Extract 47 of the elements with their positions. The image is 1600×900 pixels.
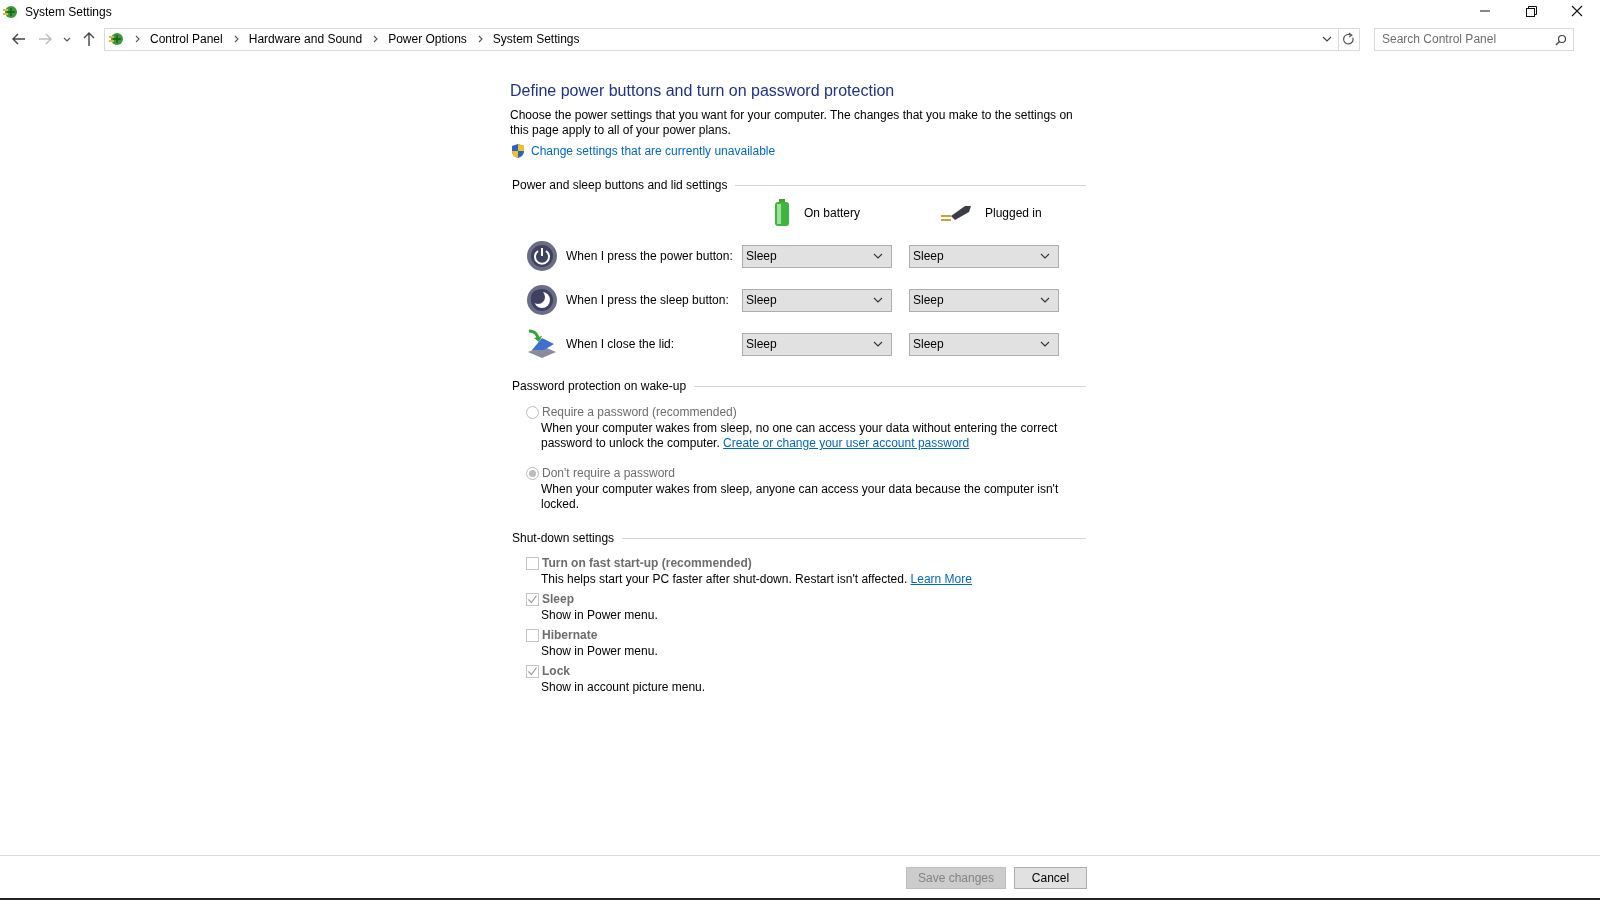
section-title: Power and sleep buttons and lid settings xyxy=(512,178,728,192)
control-panel-icon xyxy=(108,30,126,48)
section-title: Password protection on wake-up xyxy=(512,379,687,393)
cancel-button[interactable]: Cancel xyxy=(1014,867,1087,889)
dropdown[interactable]: Sleep xyxy=(909,244,1059,268)
sleep-button-icon xyxy=(526,284,558,316)
dropdown[interactable]: Sleep xyxy=(909,288,1059,312)
checkbox-description: Show in Power menu. xyxy=(541,644,659,659)
address-bar[interactable]: Control Panel Hardware and Sound Power Options System Settings xyxy=(104,27,1339,51)
breadcrumb[interactable]: Hardware and Sound xyxy=(248,32,363,46)
setting-label: When I press the power button: xyxy=(565,249,734,263)
page-heading: Define power buttons and turn on password protection xyxy=(510,82,896,100)
power-button-icon xyxy=(526,240,558,272)
laptop-lid-icon xyxy=(526,328,558,360)
checkbox-label: Sleep xyxy=(542,592,574,606)
power-plug-icon xyxy=(941,205,971,221)
dropdown[interactable]: Sleep xyxy=(742,288,892,312)
checkbox-label: Lock xyxy=(542,664,570,678)
option-label: Require a password (recommended) xyxy=(542,405,737,419)
battery-icon xyxy=(774,199,790,227)
checkbox-description: Show in account picture menu. xyxy=(541,680,707,695)
checkbox-description: Show in Power menu. xyxy=(541,608,659,623)
option-label: Don't require a password xyxy=(542,466,676,480)
dropdown[interactable]: Sleep xyxy=(742,332,892,356)
breadcrumb[interactable]: Power Options xyxy=(388,32,467,46)
setting-label: When I close the lid: xyxy=(565,337,676,351)
shield-icon xyxy=(510,143,526,159)
checkbox-description: This helps start your PC faster after shut-down. Restart isn't affected. Learn More xyxy=(541,572,973,587)
option-description: When your computer wakes from sleep, no one can access your data without entering the correct password to unlock the computer. Create or change your user account password xyxy=(541,421,1059,451)
checkbox-label: Turn on fast start-up (recommended) xyxy=(542,556,752,570)
window-title: System Settings xyxy=(25,5,113,19)
breadcrumb[interactable]: Control Panel xyxy=(150,32,223,46)
column-label: On battery xyxy=(804,206,861,220)
intro-text: Choose the power settings that you want for your computer. The changes that you make to the settings on this page apply to all of your power plans. xyxy=(510,108,1074,138)
option-description: When your computer wakes from sleep, anyone can access your data because the computer isn't locked. xyxy=(541,482,1060,512)
column-label: Plugged in xyxy=(985,206,1042,220)
dropdown[interactable]: Sleep xyxy=(909,332,1059,356)
refresh-icon[interactable] xyxy=(1339,27,1360,51)
checkbox-label: Hibernate xyxy=(542,628,598,642)
control-panel-icon xyxy=(2,3,20,21)
setting-label: When I press the sleep button: xyxy=(565,293,730,307)
admin-link[interactable]: Change settings that are currently unavailable xyxy=(531,144,776,158)
dropdown[interactable]: Sleep xyxy=(742,244,892,268)
search-icon[interactable] xyxy=(1554,32,1568,47)
section-title: Shut-down settings xyxy=(512,531,615,545)
breadcrumb[interactable]: System Settings xyxy=(492,32,580,46)
search-field[interactable]: Search Control Panel xyxy=(1374,27,1574,51)
